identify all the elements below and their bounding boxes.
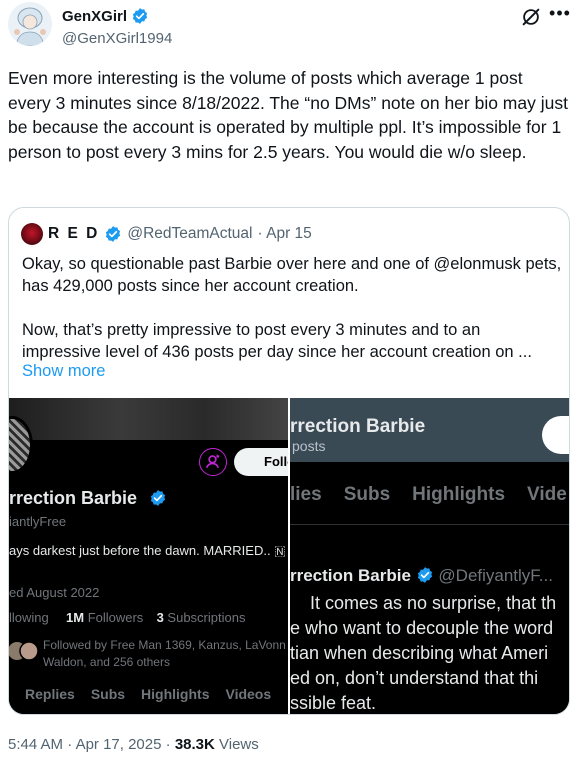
tab-subs: Subs bbox=[90, 686, 126, 702]
follow-button: Follo bbox=[234, 448, 288, 476]
quote-author-handle[interactable]: @RedTeamActual bbox=[127, 225, 252, 243]
grok-icon[interactable] bbox=[520, 6, 542, 28]
followed-by-line-2: Waldon, and 256 others bbox=[43, 655, 170, 669]
profile-joined: ed August 2022 bbox=[9, 585, 100, 600]
quoted-tweet[interactable]: R E D @RedTeamActual · Apr 15 Okay, so q… bbox=[8, 207, 570, 715]
tweet-text: Even more interesting is the volume of p… bbox=[8, 68, 568, 162]
tabs-divider bbox=[290, 524, 569, 525]
tab-subs: Subs bbox=[343, 484, 391, 505]
quote-date: · Apr 15 bbox=[257, 225, 312, 242]
views-count: 38.3K bbox=[174, 736, 215, 753]
profile-tabs-right: lies Subs Highlights Vide bbox=[290, 484, 567, 506]
post-line-2: e who want to decouple the word bbox=[290, 618, 554, 638]
tab-videos: Vide bbox=[527, 484, 567, 505]
verified-badge-icon bbox=[417, 567, 432, 583]
tab-replies: lies bbox=[290, 484, 322, 505]
quote-media[interactable]: Follo rrection Barbie iantlyFree ays dar… bbox=[9, 398, 569, 714]
profile-bio: ays darkest just before the dawn. MARRIE… bbox=[9, 543, 286, 558]
post-author-name: rrection Barbie bbox=[290, 566, 411, 585]
post-author-handle: @DefiyantlyF... bbox=[438, 566, 553, 585]
following-label: llowing bbox=[9, 610, 49, 625]
profile-name: rrection Barbie bbox=[9, 488, 138, 508]
verified-badge-icon bbox=[150, 490, 166, 506]
posts-count-label: posts bbox=[292, 438, 326, 454]
post-line-4: ed on, don’t understand that thi bbox=[290, 668, 539, 688]
tweet-date[interactable]: Apr 17, 2025 bbox=[76, 736, 162, 753]
followed-by-line-1: Followed by Free Man 1369, Kanzus, LaVon… bbox=[43, 638, 286, 652]
subscriptions-label: Subscriptions bbox=[167, 610, 246, 625]
followers-count: 1M bbox=[66, 610, 85, 625]
followers-label: Followers bbox=[87, 610, 144, 625]
profile-name-header: rrection Barbie bbox=[290, 416, 426, 437]
quote-paragraph-2: Now, that’s pretty impressive to post ev… bbox=[22, 321, 532, 361]
post-author-row: rrection Barbie @DefiyantlyF... bbox=[290, 566, 553, 586]
quote-author-name[interactable]: R E D bbox=[48, 225, 99, 243]
footer-separator: · bbox=[165, 736, 175, 753]
author-handle[interactable]: @GenXGirl1994 bbox=[62, 30, 172, 47]
quote-avatar[interactable] bbox=[21, 223, 43, 245]
post-line-1: It comes as no surprise, that th bbox=[310, 593, 557, 613]
more-options-icon[interactable]: ••• bbox=[548, 4, 572, 26]
tweet-time[interactable]: 5:44 AM bbox=[8, 736, 63, 753]
footer-separator: · bbox=[67, 736, 76, 753]
media-image-right[interactable]: rrection Barbie posts lies Subs Highligh… bbox=[290, 398, 569, 714]
quote-header: R E D @RedTeamActual · Apr 15 bbox=[21, 223, 312, 245]
followers-avatars bbox=[9, 638, 39, 664]
post-line-3: tian when describing what Ameri bbox=[290, 643, 549, 663]
tab-highlights: Highlights bbox=[412, 484, 506, 505]
show-more-link[interactable]: Show more bbox=[22, 362, 105, 381]
quote-text: Okay, so questionable past Barbie over h… bbox=[22, 253, 562, 363]
tweet-header: GenXGirl @GenXGirl1994 ••• bbox=[0, 0, 578, 56]
subscribe-icon bbox=[199, 448, 227, 476]
media-image-left[interactable]: Follo rrection Barbie iantlyFree ays dar… bbox=[9, 398, 288, 714]
views-label: Views bbox=[219, 736, 259, 753]
profile-banner bbox=[9, 398, 288, 440]
quote-paragraph-1: Okay, so questionable past Barbie over h… bbox=[22, 255, 562, 295]
tab-highlights: Highlights bbox=[141, 686, 210, 702]
author-name[interactable]: GenXGirl bbox=[62, 8, 127, 25]
tab-videos: Videos bbox=[225, 686, 272, 702]
tweet-footer: 5:44 AM · Apr 17, 2025 · 38.3K Views bbox=[8, 736, 259, 753]
verified-badge-icon bbox=[106, 226, 121, 242]
author-name-row[interactable]: GenXGirl bbox=[62, 7, 149, 25]
profile-stats: llowing 1M Followers 3 Subscriptions bbox=[9, 610, 245, 625]
subscriptions-count: 3 bbox=[156, 610, 164, 625]
post-line-5: ssible feat. bbox=[290, 693, 377, 713]
profile-handle: iantlyFree bbox=[9, 514, 67, 529]
verified-badge-icon bbox=[132, 8, 148, 24]
profile-tabs: Replies Subs Highlights Videos P bbox=[25, 686, 288, 702]
author-avatar[interactable] bbox=[8, 2, 52, 46]
tab-replies: Replies bbox=[25, 686, 75, 702]
